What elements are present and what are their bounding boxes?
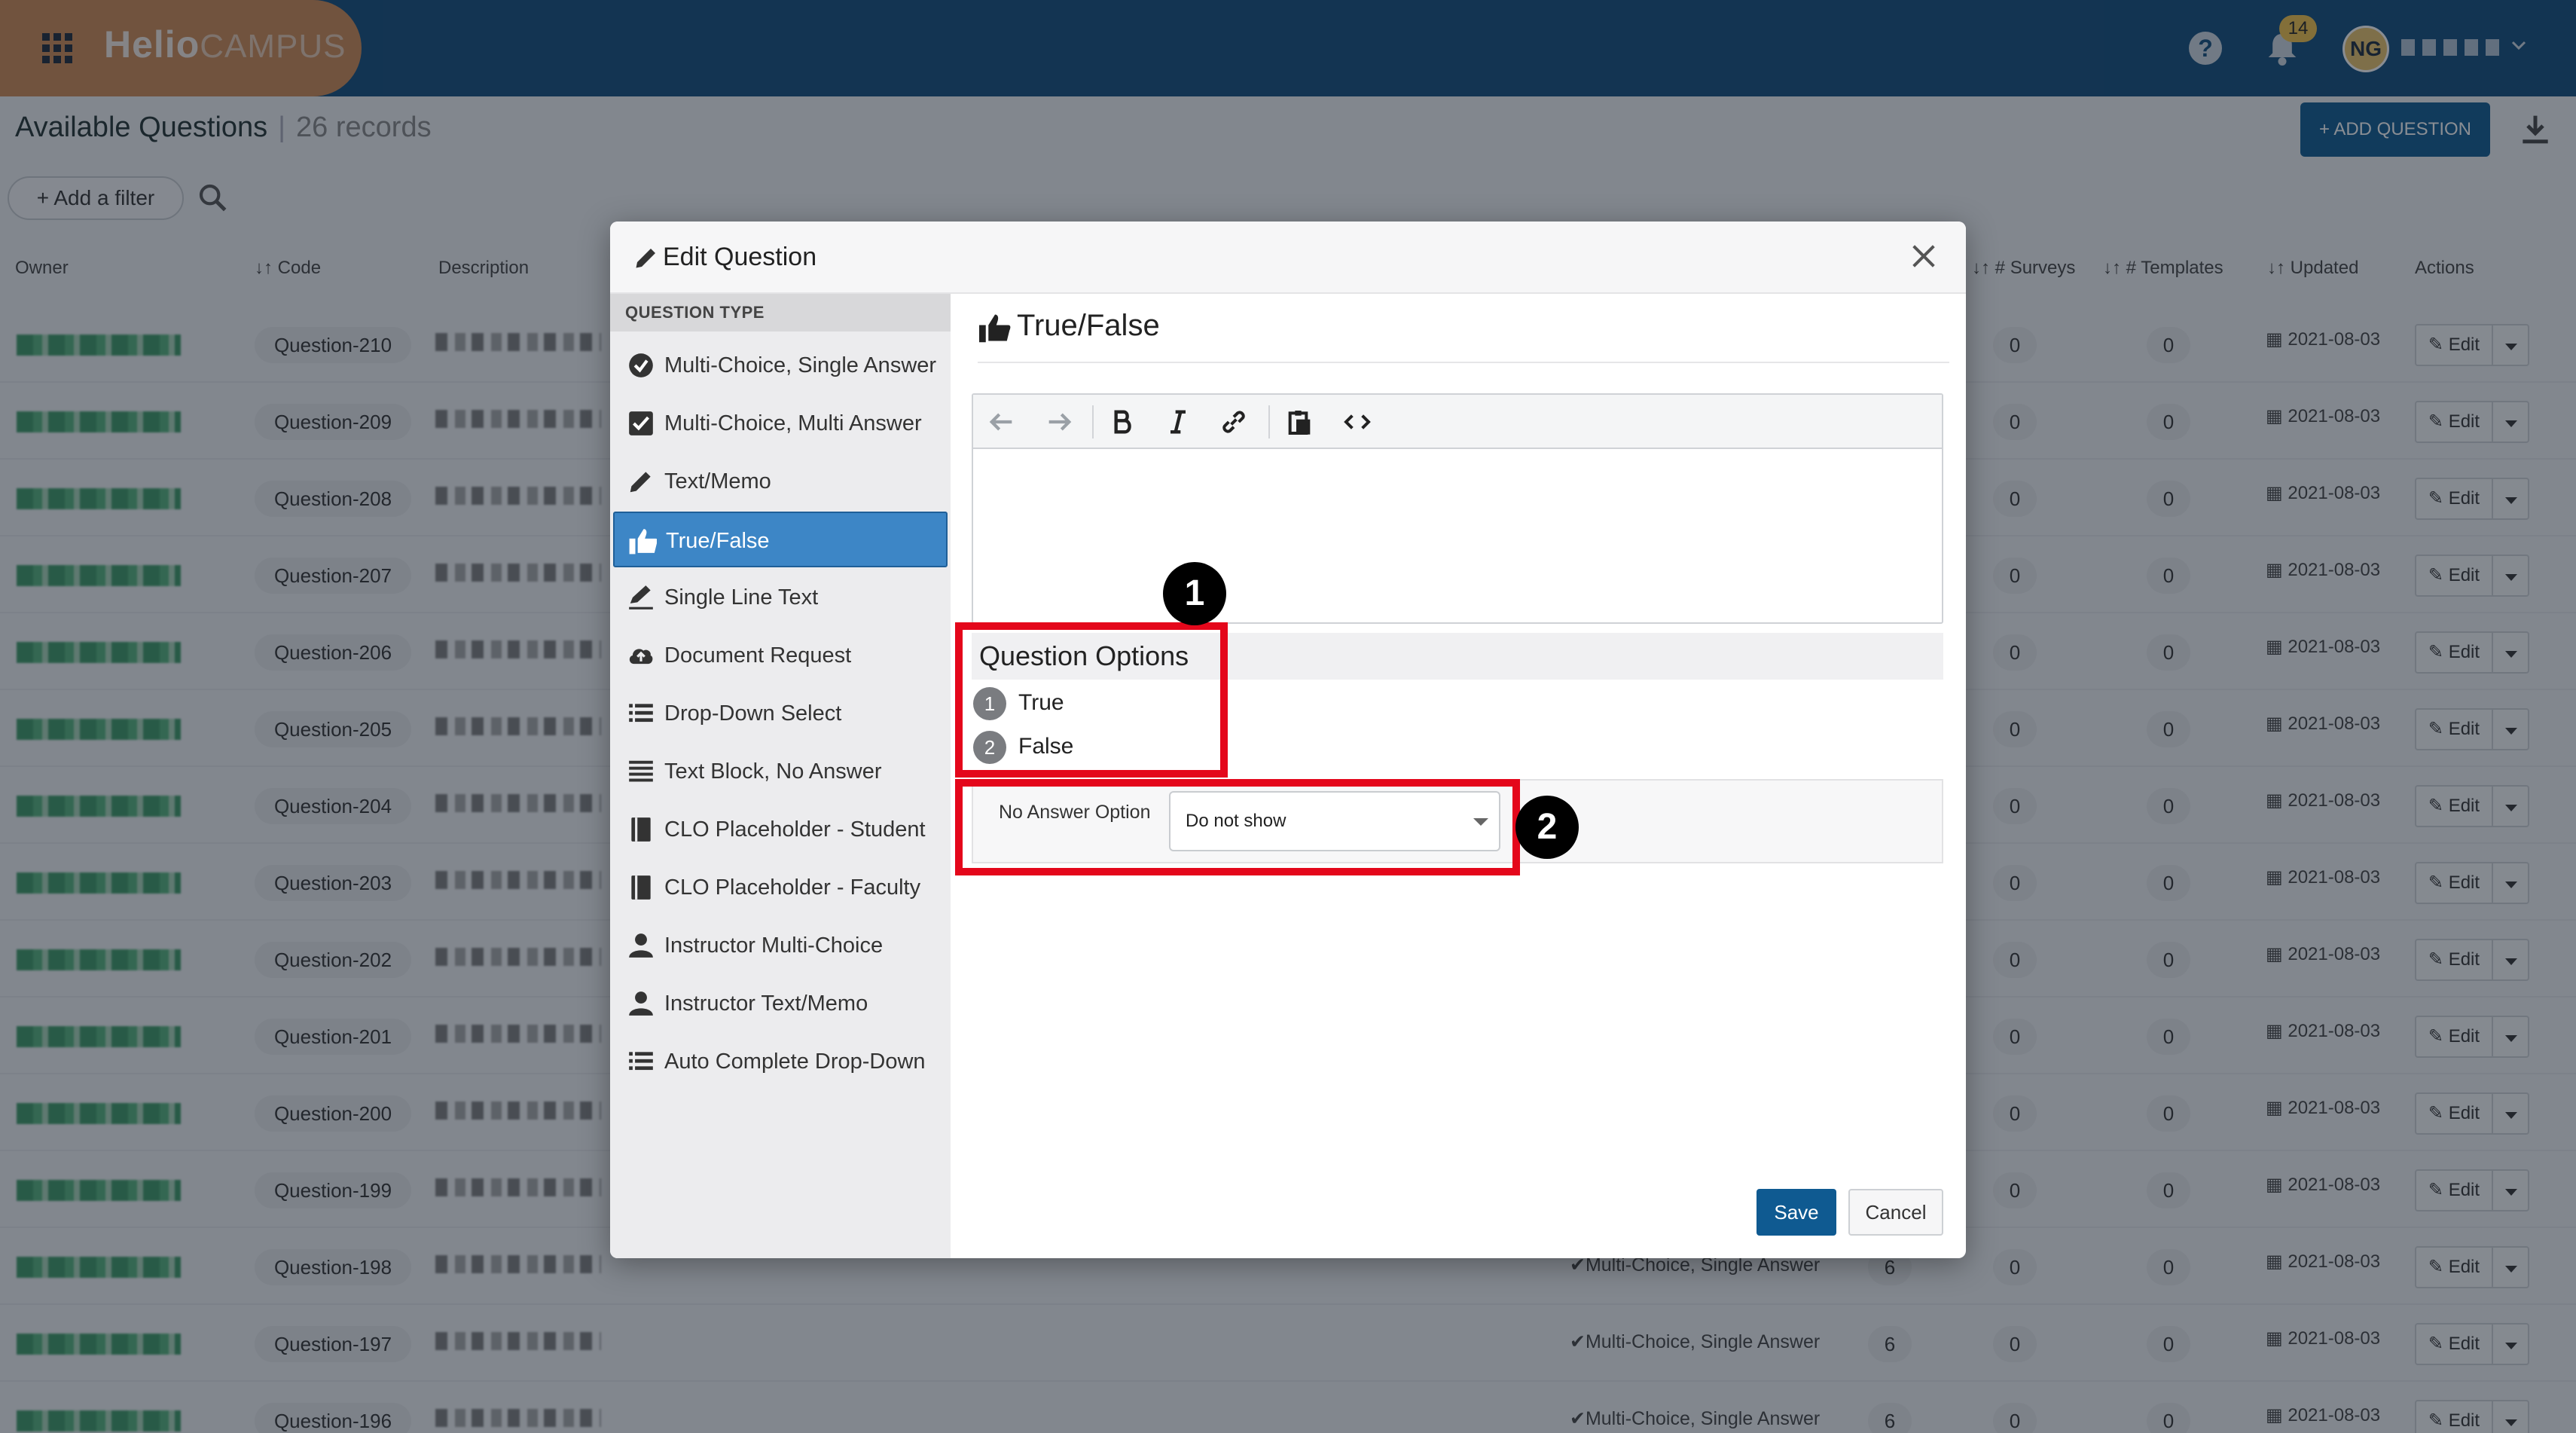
- cloud-upload-icon: [629, 649, 653, 665]
- pencil-icon: [636, 249, 655, 268]
- link-icon[interactable]: [1219, 407, 1249, 437]
- align-justify-icon: [629, 760, 653, 782]
- checkbox-icon: [629, 411, 653, 435]
- question-type-item[interactable]: Instructor Text/Memo: [613, 976, 948, 1031]
- question-type-title: True/False: [1017, 309, 1160, 342]
- question-type-item[interactable]: Single Line Text: [613, 570, 948, 625]
- question-type-label: CLO Placeholder - Faculty: [664, 875, 921, 900]
- question-type-item[interactable]: Drop-Down Select: [613, 686, 948, 741]
- question-type-label: Instructor Multi-Choice: [664, 933, 884, 958]
- question-type-label: Text Block, No Answer: [664, 759, 882, 784]
- code-view-icon[interactable]: [1342, 407, 1372, 437]
- redo-icon[interactable]: [1044, 407, 1074, 437]
- question-type-label: Instructor Text/Memo: [664, 991, 868, 1016]
- question-text-editor[interactable]: [972, 393, 1943, 624]
- modal-title: Edit Question: [663, 243, 817, 271]
- italic-icon[interactable]: [1163, 407, 1193, 437]
- check-circle-icon: [629, 353, 653, 377]
- question-type-item[interactable]: Document Request: [613, 628, 948, 683]
- question-type-label: Multi-Choice, Single Answer: [664, 353, 937, 377]
- title-divider: [978, 362, 1949, 363]
- question-type-label: Single Line Text: [664, 585, 819, 610]
- question-type-label: Text/Memo: [664, 469, 771, 493]
- question-type-item[interactable]: CLO Placeholder - Faculty: [613, 860, 948, 915]
- callout-number-2: 2: [1515, 796, 1579, 859]
- callout-box-1: [955, 622, 1228, 778]
- modal-header: Edit Question: [610, 222, 1966, 294]
- question-type-label: Auto Complete Drop-Down: [664, 1050, 926, 1074]
- question-type-header: QUESTION TYPE: [610, 294, 951, 332]
- question-type-item[interactable]: CLO Placeholder - Student: [613, 802, 948, 857]
- question-type-item[interactable]: Text Block, No Answer: [613, 744, 948, 799]
- callout-box-2: [955, 779, 1520, 875]
- question-type-label: Multi-Choice, Multi Answer: [664, 411, 922, 435]
- thumbs-up-icon: [629, 529, 657, 555]
- question-type-label: CLO Placeholder - Student: [664, 817, 926, 842]
- signature-icon: [629, 585, 653, 610]
- editor-toolbar: [973, 395, 1942, 449]
- toolbar-separator: [1268, 405, 1270, 438]
- list-icon: [629, 704, 653, 723]
- user-icon: [629, 933, 653, 958]
- question-type-label: Document Request: [664, 643, 852, 668]
- question-type-item[interactable]: Auto Complete Drop-Down: [613, 1034, 948, 1089]
- cancel-button[interactable]: Cancel: [1848, 1189, 1943, 1236]
- undo-icon[interactable]: [987, 407, 1017, 437]
- toolbar-separator: [1092, 405, 1094, 438]
- save-button[interactable]: Save: [1757, 1189, 1836, 1236]
- question-type-item[interactable]: Multi-Choice, Multi Answer: [613, 396, 948, 451]
- question-type-item[interactable]: Instructor Multi-Choice: [613, 918, 948, 973]
- book-icon: [631, 817, 651, 842]
- callout-number-1: 1: [1163, 562, 1226, 625]
- paste-icon[interactable]: [1285, 407, 1315, 437]
- close-icon[interactable]: [1909, 241, 1939, 271]
- edit-question-modal: Edit Question QUESTION TYPE Multi-Choice…: [610, 222, 1966, 1258]
- bold-icon[interactable]: [1107, 407, 1137, 437]
- pencil-icon: [630, 472, 651, 493]
- question-type-item[interactable]: Multi-Choice, Single Answer: [613, 338, 948, 393]
- book-icon: [631, 875, 651, 900]
- question-type-sidebar: QUESTION TYPE Multi-Choice, Single Answe…: [610, 294, 951, 1258]
- question-type-label: Drop-Down Select: [664, 701, 842, 726]
- thumbs-up-icon: [979, 314, 1011, 343]
- question-type-item[interactable]: Text/Memo: [613, 454, 948, 509]
- question-type-item[interactable]: True/False: [613, 512, 948, 567]
- list-icon: [629, 1052, 653, 1071]
- user-icon: [629, 991, 653, 1016]
- question-type-label: True/False: [666, 529, 770, 553]
